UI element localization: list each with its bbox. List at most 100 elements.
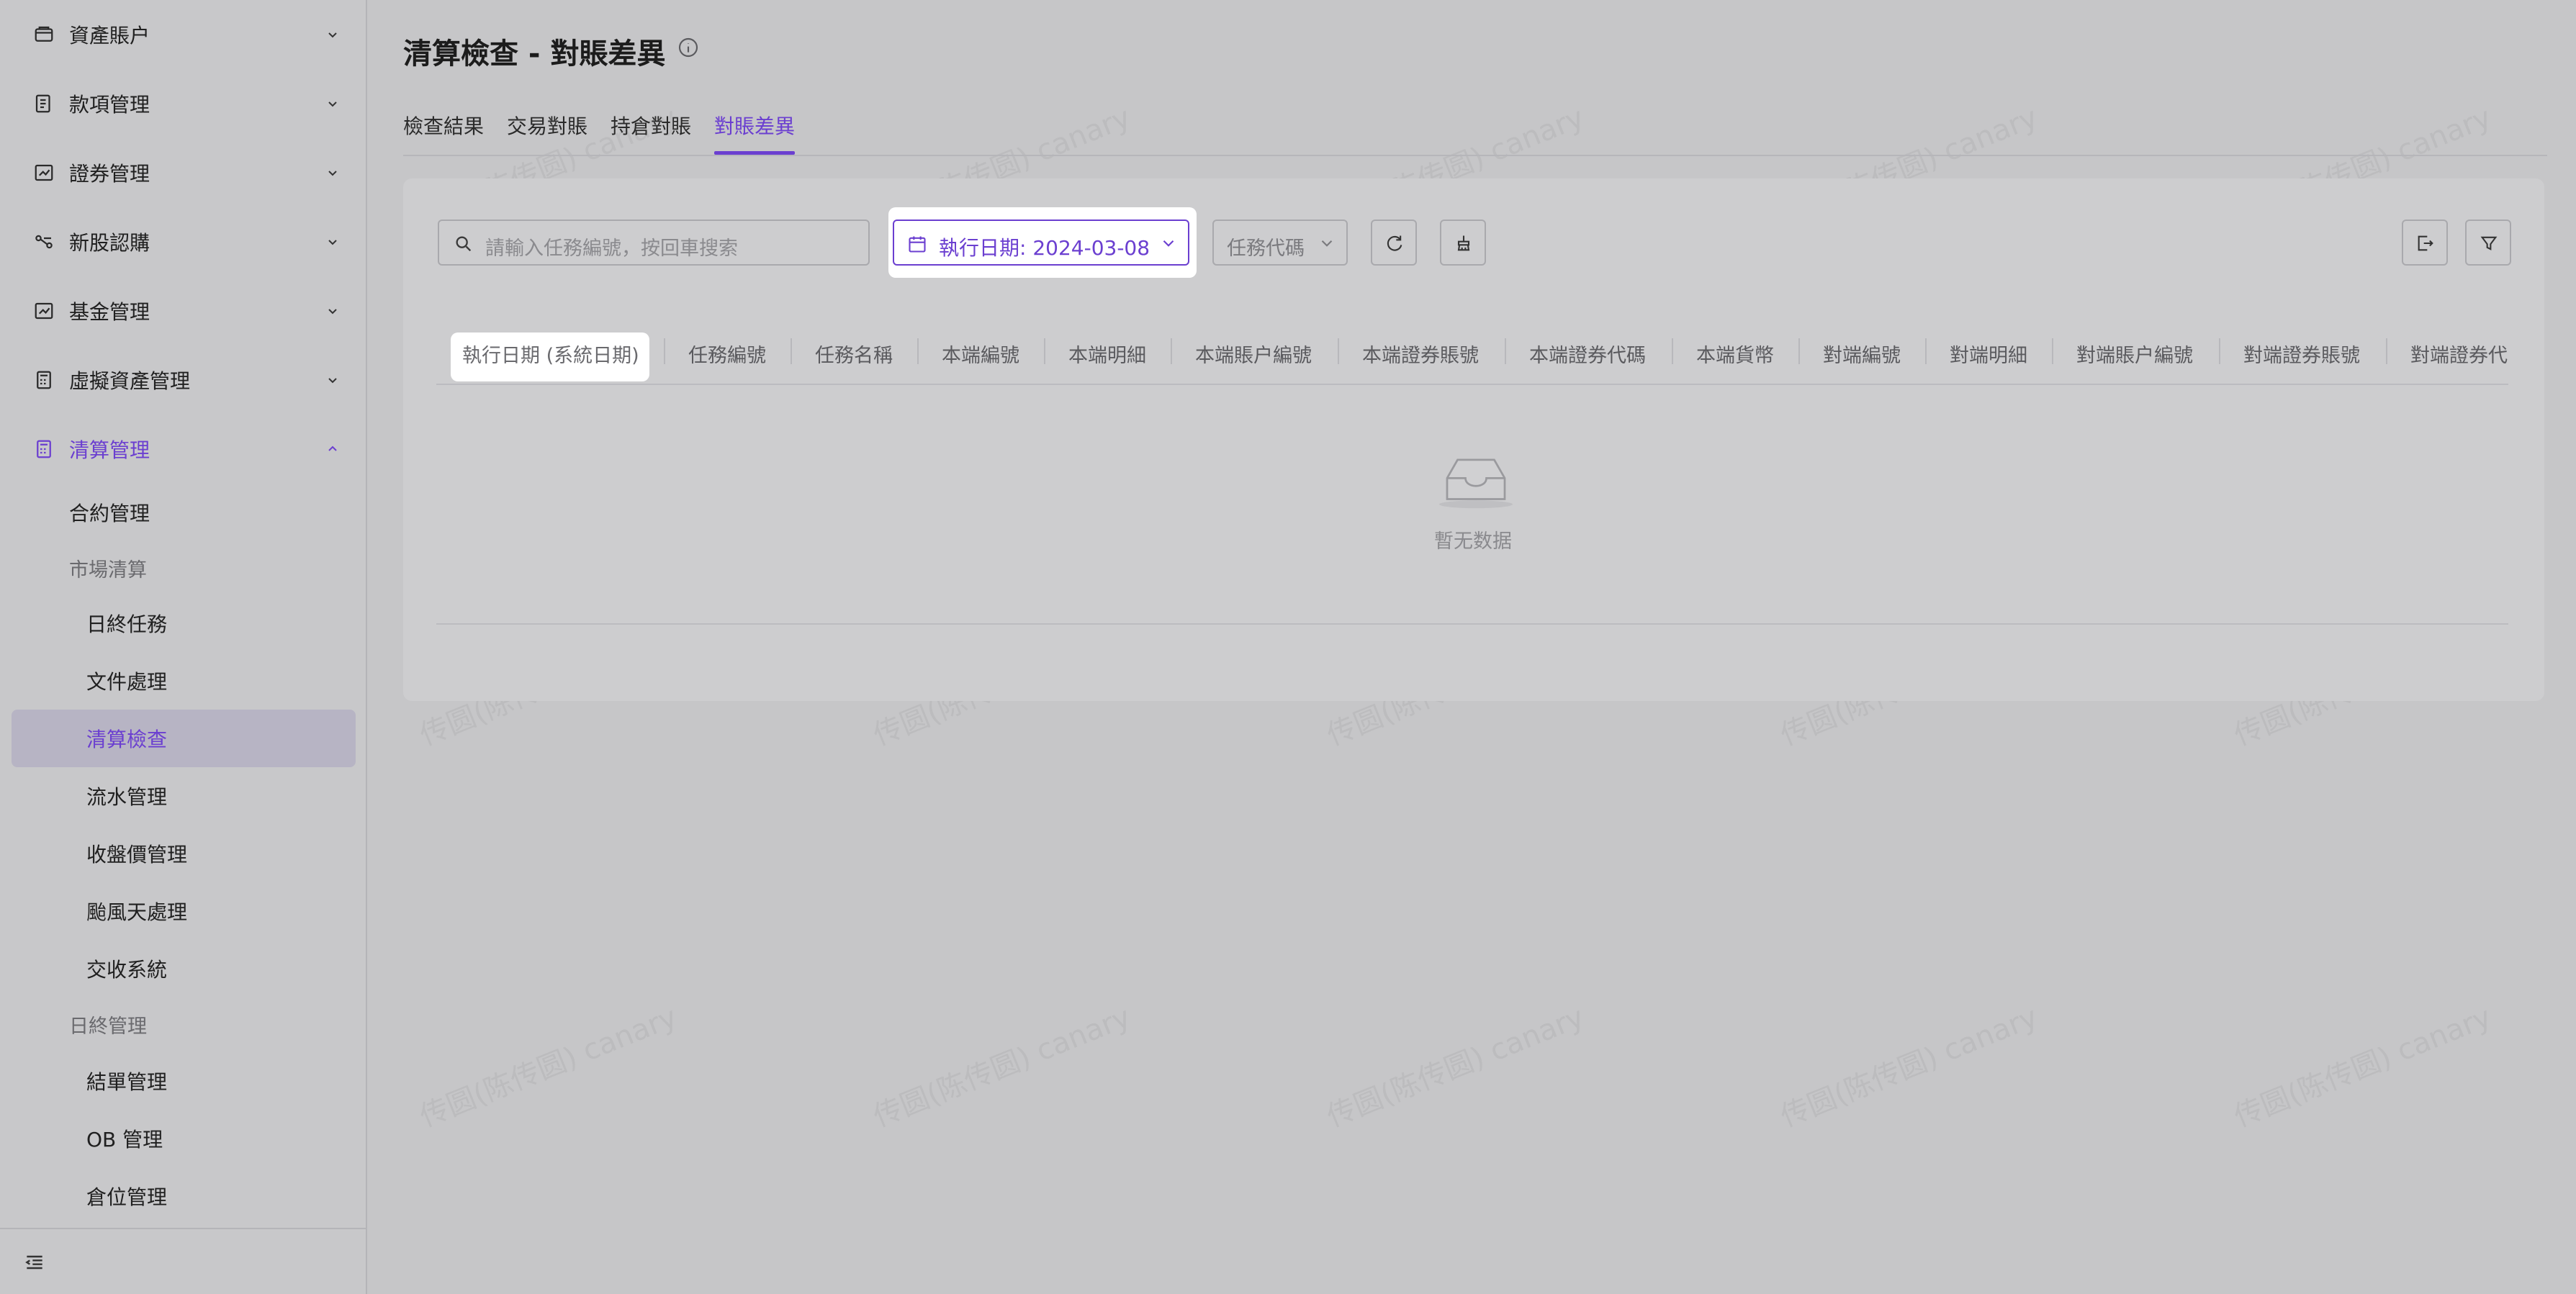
- chevron-down-icon: [328, 101, 337, 107]
- column-header[interactable]: 對端賬户編號: [2076, 340, 2193, 368]
- sidebar-item-settlement-system[interactable]: 交收系統: [86, 954, 167, 983]
- filter-button[interactable]: [2465, 220, 2511, 266]
- column-divider: [1044, 338, 1045, 364]
- chevron-down-icon: [328, 240, 337, 245]
- column-header[interactable]: 本端貨幣: [1696, 340, 1774, 368]
- chevron-down-icon: [328, 32, 337, 38]
- column-header[interactable]: 任務編號: [688, 340, 766, 368]
- column-header[interactable]: 對端編號: [1823, 340, 1901, 368]
- watermark: 传圆(陈传圆) canary: [868, 1000, 1135, 1134]
- column-header[interactable]: 任務名稱: [815, 340, 893, 368]
- column-header[interactable]: 對端證券代: [2410, 340, 2508, 368]
- column-divider: [1338, 338, 1339, 364]
- calculator-icon: [37, 440, 51, 458]
- sidebar-item-position[interactable]: 倉位管理: [86, 1182, 167, 1211]
- sidebar-item-closing-price[interactable]: 收盤價管理: [86, 839, 187, 868]
- refresh-icon: [1387, 235, 1402, 251]
- column-divider: [917, 338, 919, 364]
- tab-reconciliation-differences[interactable]: 對賬差異: [714, 111, 795, 140]
- tabs-divider: [403, 155, 2547, 156]
- watermark: 传圆(陈传圆) canary: [2229, 1000, 2496, 1134]
- column-divider: [1171, 338, 1172, 364]
- sidebar-item-label: 資產賬户: [69, 24, 150, 47]
- column-header[interactable]: 對端明細: [1950, 340, 2027, 368]
- column-header[interactable]: 本端證券代碼: [1529, 340, 1646, 368]
- chevron-up-icon: [328, 445, 337, 451]
- tab-position-reconciliation[interactable]: 持倉對賬: [611, 111, 691, 140]
- sidebar-item-contract[interactable]: 合約管理: [69, 498, 150, 527]
- sidebar-item-label: 基金管理: [69, 300, 150, 324]
- column-header[interactable]: 執行日期 (系統日期): [462, 340, 639, 368]
- wallet-icon: [35, 26, 53, 42]
- chevron-down-icon: [1163, 240, 1174, 247]
- broom-icon: [1457, 235, 1470, 251]
- execution-date-picker[interactable]: 執行日期: 2024-03-08: [893, 220, 1189, 266]
- refresh-button[interactable]: [1371, 220, 1417, 266]
- search-input[interactable]: 請輸入任務編號，按回車搜索: [438, 220, 870, 266]
- tab-trade-reconciliation[interactable]: 交易對賬: [507, 111, 587, 140]
- sidebar-item-ob[interactable]: OB 管理: [86, 1124, 163, 1153]
- sidebar-item-statement[interactable]: 結單管理: [86, 1067, 167, 1095]
- sidebar-item-securities[interactable]: 證券管理: [0, 138, 367, 207]
- clear-button[interactable]: [1440, 220, 1486, 266]
- column-header[interactable]: 本端明細: [1068, 340, 1146, 368]
- tab-check-results[interactable]: 檢查結果: [403, 111, 484, 140]
- task-code-placeholder: 任務代碼: [1227, 237, 1305, 260]
- table-header-divider: [436, 384, 2508, 385]
- filter-icon: [2480, 236, 2498, 250]
- empty-inbox-icon: [1439, 458, 1513, 509]
- sidebar-item-virtual-assets[interactable]: 虛擬資產管理: [0, 345, 367, 415]
- table-body-divider: [436, 623, 2508, 625]
- sidebar-item-label: 證券管理: [69, 162, 150, 186]
- sidebar-item-ipo[interactable]: 新股認購: [0, 207, 367, 276]
- column-header[interactable]: 本端編號: [942, 340, 1019, 368]
- sidebar-item-file-processing[interactable]: 文件處理: [86, 666, 167, 695]
- sidebar-item-typhoon[interactable]: 颱風天處理: [86, 897, 187, 926]
- task-code-select[interactable]: 任務代碼: [1212, 220, 1348, 266]
- sidebar-item-fund-transfers[interactable]: 款項管理: [0, 69, 367, 138]
- tab-active-indicator: [714, 151, 795, 155]
- sidebar-item-clearing-check[interactable]: 清算檢查: [86, 724, 167, 753]
- column-divider: [1798, 338, 1800, 364]
- page-title: 清算檢查 - 對賬差異: [403, 37, 666, 71]
- document-list-icon: [35, 94, 50, 113]
- chevron-down-icon: [328, 378, 337, 384]
- calendar-icon: [909, 236, 926, 253]
- export-icon: [2418, 235, 2433, 251]
- sidebar-item-label: 款項管理: [69, 93, 150, 117]
- sidebar-item-label: 虛擬資產管理: [69, 369, 191, 393]
- sidebar-section-eod: 日終管理: [69, 1015, 147, 1038]
- chevron-down-icon: [1321, 240, 1333, 247]
- calculator-icon: [37, 371, 51, 389]
- sidebar-item-label: 清算管理: [69, 438, 150, 462]
- link-icon: [35, 235, 53, 249]
- sidebar-item-clearing[interactable]: 清算管理: [0, 415, 367, 484]
- column-divider: [791, 338, 792, 364]
- sidebar-item-selected-bg: [12, 710, 356, 767]
- search-placeholder: 請輸入任務編號，按回車搜索: [485, 237, 738, 260]
- search-icon: [456, 236, 472, 252]
- sidebar-item-funds[interactable]: 基金管理: [0, 276, 367, 345]
- column-divider: [1672, 338, 1673, 364]
- column-divider: [2052, 338, 2053, 364]
- column-header[interactable]: 本端賬户編號: [1195, 340, 1312, 368]
- chevron-down-icon: [328, 309, 337, 315]
- sidebar-item-eod-tasks[interactable]: 日終任務: [86, 609, 167, 638]
- collapse-menu-icon[interactable]: [23, 1251, 46, 1274]
- column-divider: [664, 338, 665, 364]
- sidebar-section-market-clearing: 市場清算: [69, 559, 147, 582]
- sidebar-footer: [0, 1228, 367, 1294]
- sidebar-item-label: 新股認購: [69, 231, 150, 255]
- column-divider: [2386, 338, 2387, 364]
- sidebar-item-asset-accounts[interactable]: 資產賬户: [0, 0, 367, 69]
- chart-box-icon: [35, 302, 53, 320]
- info-icon[interactable]: [677, 36, 700, 59]
- chevron-down-icon: [328, 171, 337, 176]
- column-header[interactable]: 對端證券賬號: [2243, 340, 2360, 368]
- watermark: 传圆(陈传圆) canary: [1322, 1000, 1589, 1134]
- sidebar-item-flow-management[interactable]: 流水管理: [86, 782, 167, 810]
- watermark: 传圆(陈传圆) canary: [415, 1000, 682, 1134]
- sidebar: 資產賬户 款項管理 證券管理 新股認購 基金管理 虛擬資產管理 清算管理 合約管…: [0, 0, 367, 1294]
- export-button[interactable]: [2402, 220, 2448, 266]
- column-header[interactable]: 本端證券賬號: [1362, 340, 1479, 368]
